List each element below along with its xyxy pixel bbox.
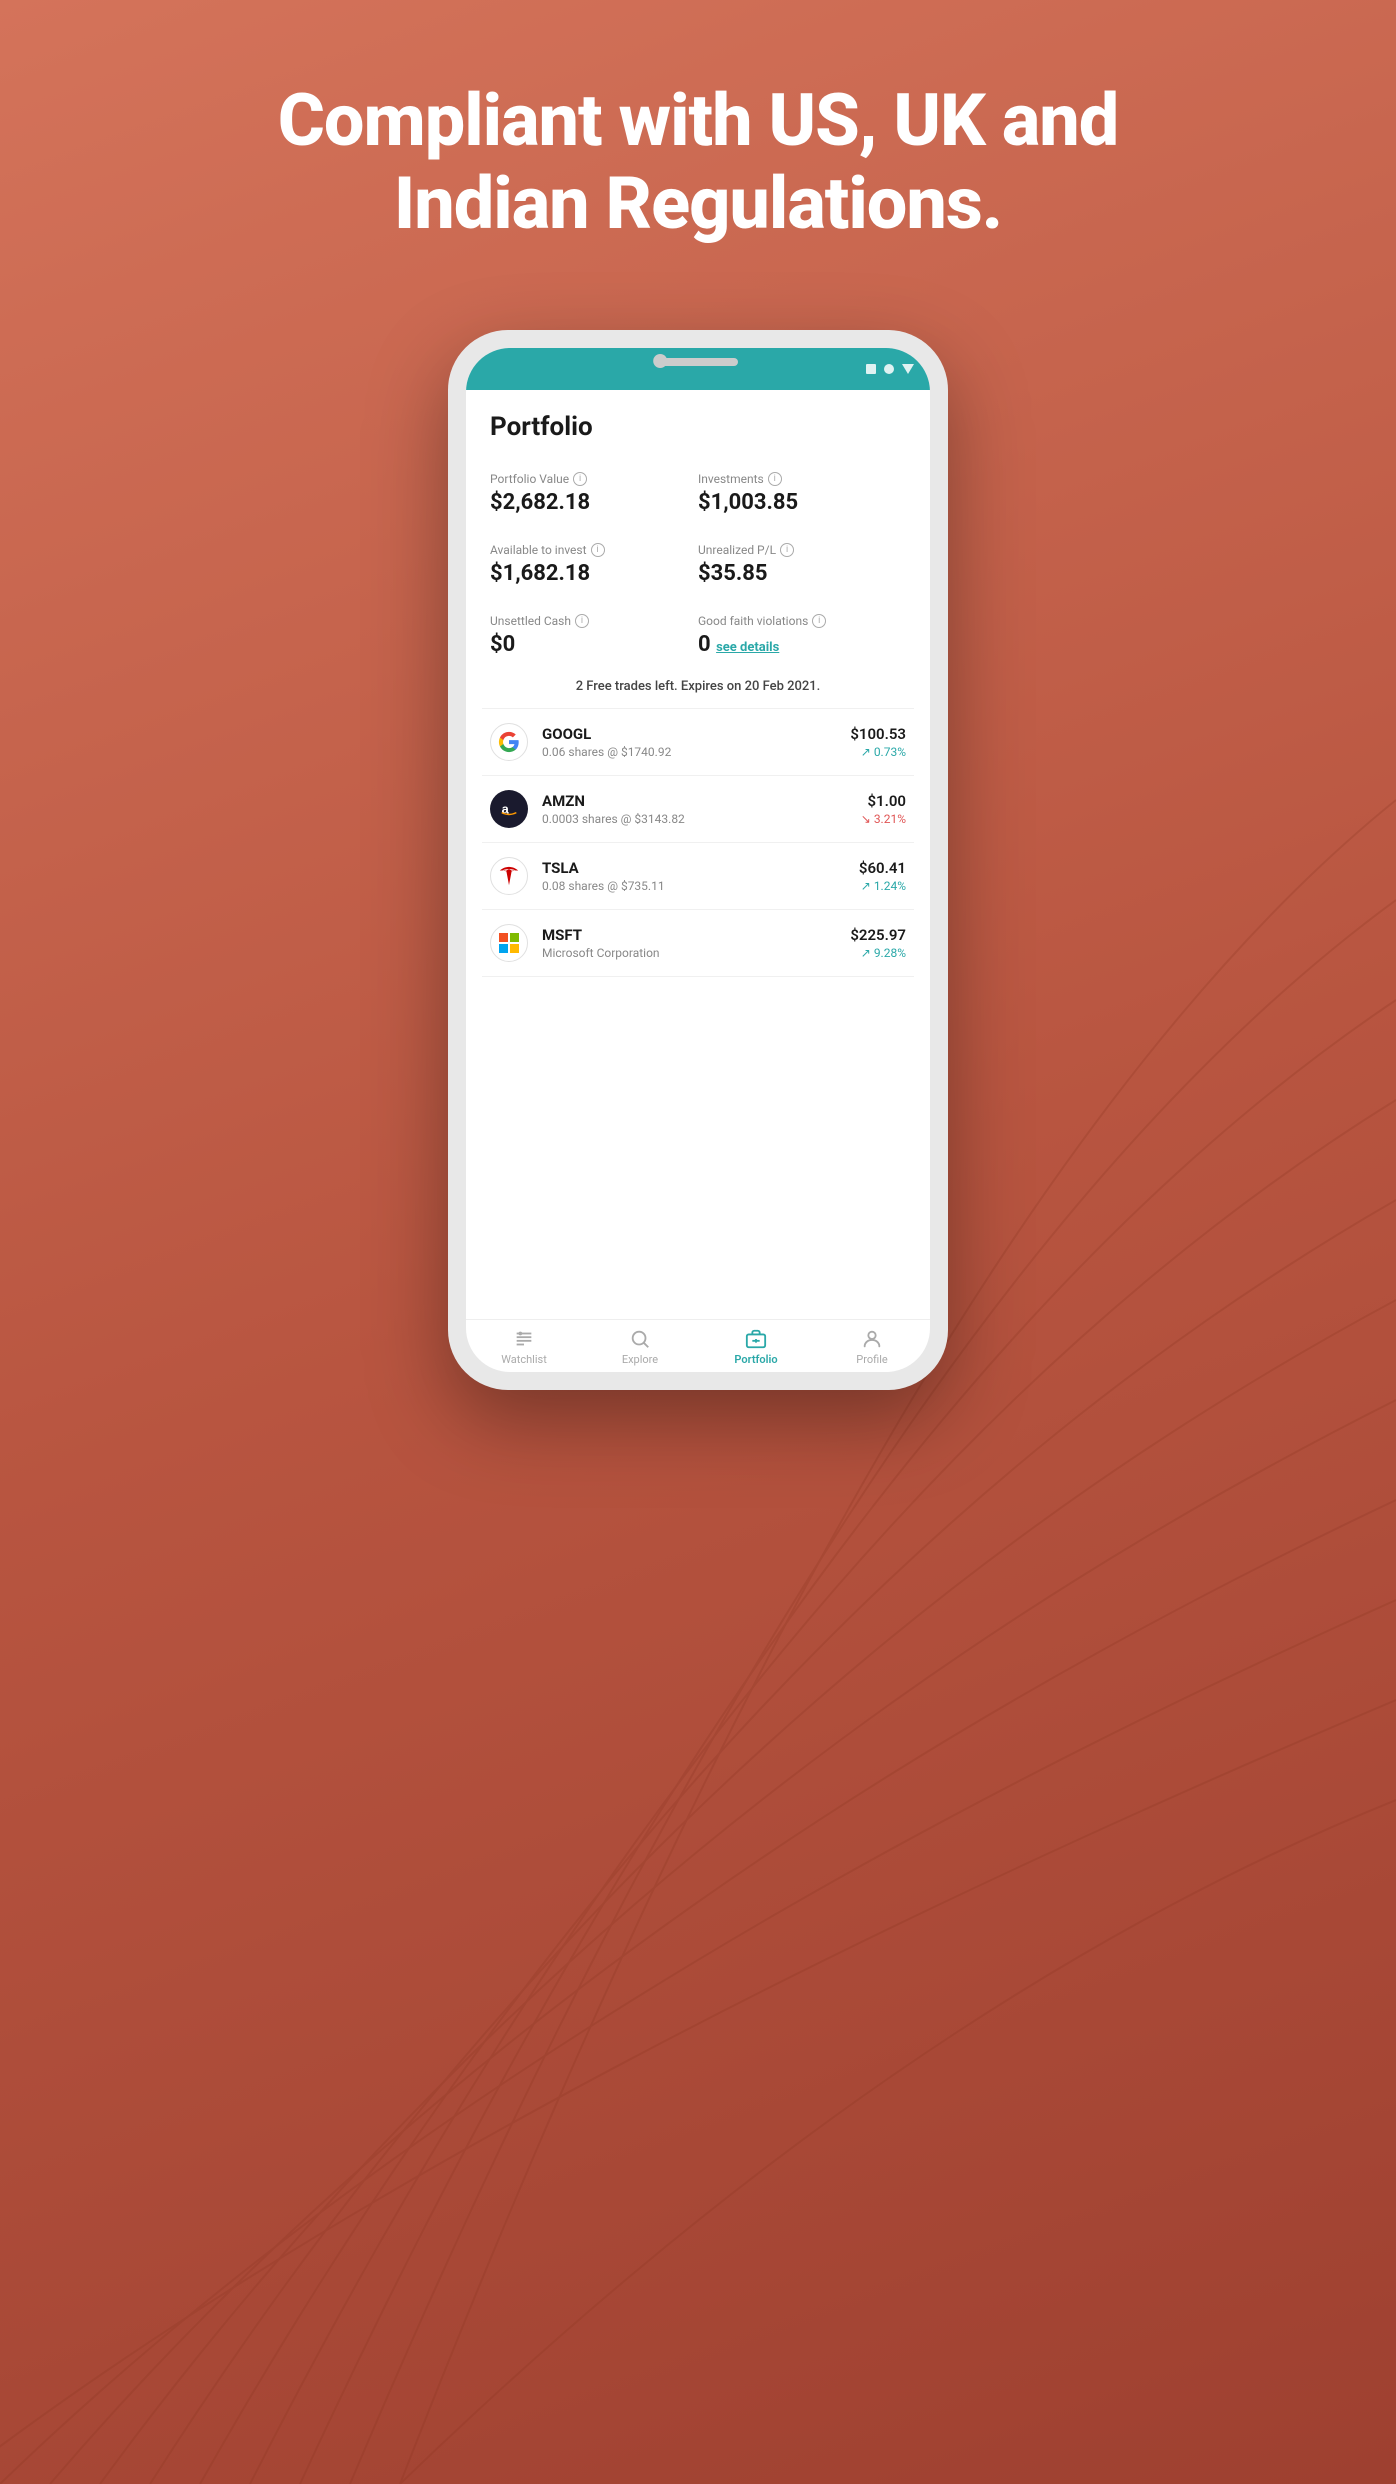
msft-change: ↗ 9.28% bbox=[850, 946, 906, 960]
stock-item-amzn[interactable]: a AMZN 0.0003 shares @ $3143.82 $1.00 ↘ … bbox=[466, 776, 930, 842]
googl-price: $100.53 bbox=[850, 725, 906, 743]
nav-portfolio[interactable]: Portfolio bbox=[698, 1328, 814, 1366]
msft-price: $225.97 bbox=[850, 926, 906, 944]
good-faith-info-icon[interactable]: i bbox=[812, 614, 826, 628]
headline-line2: Indian Regulations. bbox=[394, 161, 1002, 246]
msft-q1 bbox=[499, 933, 508, 942]
msft-q2 bbox=[510, 933, 519, 942]
tsla-symbol: TSLA bbox=[542, 859, 845, 877]
watchlist-icon bbox=[513, 1328, 535, 1350]
stock-item-googl[interactable]: GOOGL 0.06 shares @ $1740.92 $100.53 ↗ 0… bbox=[466, 709, 930, 775]
tsla-info: TSLA 0.08 shares @ $735.11 bbox=[542, 859, 845, 893]
phone-speaker bbox=[658, 358, 738, 366]
stat-unrealized-pl-label: Unrealized P/L i bbox=[698, 543, 906, 557]
see-details-link[interactable]: see details bbox=[716, 640, 779, 655]
app-content: Portfolio Portfolio Value i $2,682.18 In… bbox=[466, 390, 930, 1372]
amzn-logo: a bbox=[490, 790, 528, 828]
nav-profile-label: Profile bbox=[856, 1353, 887, 1366]
phone-camera bbox=[653, 354, 667, 368]
amzn-info: AMZN 0.0003 shares @ $3143.82 bbox=[542, 792, 847, 826]
stat-good-faith-label: Good faith violations i bbox=[698, 614, 906, 628]
amzn-symbol: AMZN bbox=[542, 792, 847, 810]
stock-item-tsla[interactable]: TSLA 0.08 shares @ $735.11 $60.41 ↗ 1.24… bbox=[466, 843, 930, 909]
stat-portfolio-value-amount: $2,682.18 bbox=[490, 490, 698, 515]
portfolio-icon bbox=[745, 1328, 767, 1350]
amzn-shares: 0.0003 shares @ $3143.82 bbox=[542, 812, 847, 826]
msft-price-col: $225.97 ↗ 9.28% bbox=[850, 926, 906, 960]
stat-good-faith-amount: 0 see details bbox=[698, 632, 906, 657]
nav-explore-label: Explore bbox=[622, 1353, 658, 1366]
stat-available-amount: $1,682.18 bbox=[490, 561, 698, 586]
stat-unrealized-pl-amount: $35.85 bbox=[698, 561, 906, 586]
stats-grid: Portfolio Value i $2,682.18 Investments … bbox=[466, 450, 930, 671]
explore-icon bbox=[629, 1328, 651, 1350]
nav-watchlist-label: Watchlist bbox=[501, 1353, 547, 1366]
stat-investments-label: Investments i bbox=[698, 472, 906, 486]
stat-unsettled-cash: Unsettled Cash i $0 bbox=[490, 600, 698, 671]
googl-shares: 0.06 shares @ $1740.92 bbox=[542, 745, 836, 759]
headline: Compliant with US, UK and Indian Regulat… bbox=[0, 80, 1396, 246]
amzn-change: ↘ 3.21% bbox=[861, 812, 906, 826]
portfolio-header: Portfolio bbox=[466, 390, 930, 450]
tsla-change: ↗ 1.24% bbox=[859, 879, 906, 893]
msft-q3 bbox=[499, 944, 508, 953]
portfolio-value-info-icon[interactable]: i bbox=[573, 472, 587, 486]
googl-symbol: GOOGL bbox=[542, 725, 836, 743]
stock-item-msft[interactable]: MSFT Microsoft Corporation $225.97 ↗ 9.2… bbox=[466, 910, 930, 976]
msft-grid-icon bbox=[499, 933, 519, 953]
stat-unsettled-cash-label: Unsettled Cash i bbox=[490, 614, 698, 628]
nav-watchlist[interactable]: Watchlist bbox=[466, 1328, 582, 1366]
unrealized-pl-info-icon[interactable]: i bbox=[780, 543, 794, 557]
phone-mockup: Portfolio Portfolio Value i $2,682.18 In… bbox=[448, 330, 948, 1390]
status-icon-square bbox=[866, 364, 876, 374]
googl-logo bbox=[490, 723, 528, 761]
stat-available-label: Available to invest i bbox=[490, 543, 698, 557]
tsla-logo bbox=[490, 857, 528, 895]
unsettled-cash-info-icon[interactable]: i bbox=[575, 614, 589, 628]
stat-unsettled-cash-amount: $0 bbox=[490, 632, 698, 657]
msft-q4 bbox=[510, 944, 519, 953]
amzn-price-col: $1.00 ↘ 3.21% bbox=[861, 792, 906, 826]
stat-good-faith: Good faith violations i 0 see details bbox=[698, 600, 906, 671]
googl-info: GOOGL 0.06 shares @ $1740.92 bbox=[542, 725, 836, 759]
investments-info-icon[interactable]: i bbox=[768, 472, 782, 486]
nav-profile[interactable]: Profile bbox=[814, 1328, 930, 1366]
stat-portfolio-value: Portfolio Value i $2,682.18 bbox=[490, 458, 698, 529]
msft-shares: Microsoft Corporation bbox=[542, 946, 836, 960]
tsla-price-col: $60.41 ↗ 1.24% bbox=[859, 859, 906, 893]
free-trades-banner: 2 Free trades left. Expires on 20 Feb 20… bbox=[466, 671, 930, 708]
googl-price-col: $100.53 ↗ 0.73% bbox=[850, 725, 906, 759]
stat-portfolio-value-label: Portfolio Value i bbox=[490, 472, 698, 486]
nav-explore[interactable]: Explore bbox=[582, 1328, 698, 1366]
tsla-shares: 0.08 shares @ $735.11 bbox=[542, 879, 845, 893]
amzn-price: $1.00 bbox=[861, 792, 906, 810]
available-info-icon[interactable]: i bbox=[591, 543, 605, 557]
headline-line1: Compliant with US, UK and bbox=[278, 78, 1118, 163]
stock-list: GOOGL 0.06 shares @ $1740.92 $100.53 ↗ 0… bbox=[466, 709, 930, 1319]
status-icon-signal bbox=[902, 364, 914, 374]
stat-investments: Investments i $1,003.85 bbox=[698, 458, 906, 529]
status-bar bbox=[466, 348, 930, 390]
googl-change: ↗ 0.73% bbox=[850, 745, 906, 759]
nav-portfolio-label: Portfolio bbox=[734, 1353, 777, 1366]
phone-screen: Portfolio Portfolio Value i $2,682.18 In… bbox=[466, 348, 930, 1372]
msft-info: MSFT Microsoft Corporation bbox=[542, 926, 836, 960]
profile-icon bbox=[861, 1328, 883, 1350]
status-icon-circle bbox=[884, 364, 894, 374]
page-title: Portfolio bbox=[490, 412, 906, 442]
bottom-nav: Watchlist Explore Po bbox=[466, 1319, 930, 1372]
stat-investments-amount: $1,003.85 bbox=[698, 490, 906, 515]
msft-logo bbox=[490, 924, 528, 962]
msft-symbol: MSFT bbox=[542, 926, 836, 944]
stat-unrealized-pl: Unrealized P/L i $35.85 bbox=[698, 529, 906, 600]
tsla-price: $60.41 bbox=[859, 859, 906, 877]
divider-5 bbox=[482, 976, 914, 977]
stat-available: Available to invest i $1,682.18 bbox=[490, 529, 698, 600]
